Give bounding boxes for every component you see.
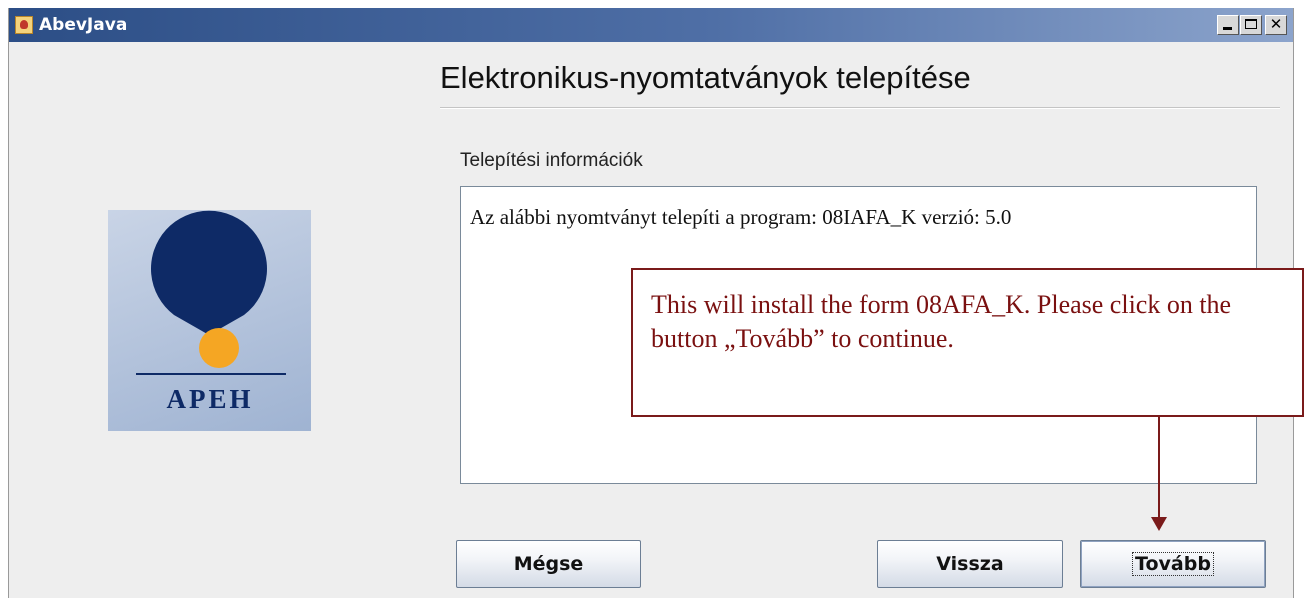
close-button[interactable]: ✕ (1265, 15, 1287, 35)
page-title: Elektronikus-nyomtatványok telepítése (440, 60, 971, 95)
title-bar[interactable]: AbevJava ✕ (9, 8, 1293, 42)
title-divider (440, 107, 1280, 109)
minimize-button[interactable] (1217, 15, 1239, 35)
logo-sun-icon (199, 328, 239, 368)
minimize-icon (1223, 27, 1232, 30)
apeh-logo-graphic: APEH (136, 210, 286, 414)
next-button[interactable]: Tovább (1080, 540, 1266, 588)
maximize-button[interactable] (1240, 15, 1262, 35)
install-info-text: Az alábbi nyomtványt telepíti a program:… (470, 205, 1012, 229)
java-app-icon (15, 16, 33, 34)
apeh-logo: APEH (108, 210, 311, 431)
back-button-label: Vissza (936, 553, 1004, 575)
cancel-button-label: Mégse (513, 553, 584, 575)
window-title: AbevJava (39, 15, 128, 35)
back-button[interactable]: Vissza (877, 540, 1063, 588)
callout-text: This will install the form 08AFA_K. Plea… (651, 290, 1232, 353)
callout-arrow-head-icon (1151, 517, 1167, 531)
close-icon: ✕ (1269, 15, 1283, 33)
section-label: Telepítési információk (460, 150, 643, 171)
next-button-label: Tovább (1132, 552, 1214, 576)
logo-dark-shape (151, 210, 267, 335)
logo-text: APEH (166, 384, 253, 414)
callout-arrow-line (1158, 417, 1160, 519)
cancel-button[interactable]: Mégse (456, 540, 641, 588)
annotation-callout: This will install the form 08AFA_K. Plea… (631, 268, 1304, 417)
maximize-icon (1245, 19, 1257, 29)
logo-rule (136, 373, 286, 375)
